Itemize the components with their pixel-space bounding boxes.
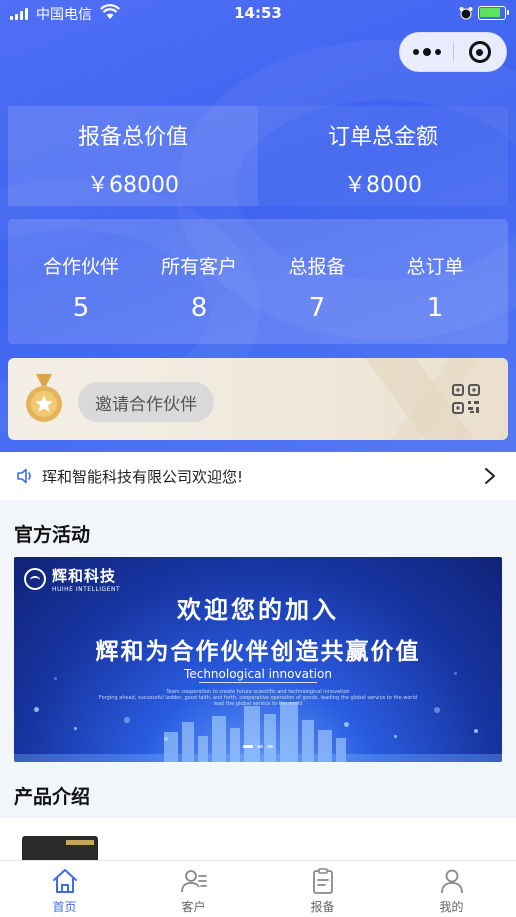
- logo-mark-icon: [24, 568, 46, 590]
- total-label: 订单总金额: [327, 125, 438, 150]
- stat-label: 总订单: [406, 256, 464, 278]
- banner-divider: [199, 682, 317, 683]
- invite-card: 邀请合作伙伴: [8, 358, 508, 440]
- stat-label: 合作伙伴: [42, 256, 119, 278]
- banner-headline: 欢迎您的加入: [177, 595, 339, 624]
- miniprogram-capsule: [399, 32, 507, 72]
- total-report-value-card: 报备总价值 ￥68000: [8, 106, 258, 206]
- clock: 14:53: [234, 4, 282, 22]
- chevron-right-icon: [485, 468, 495, 484]
- tab-label: 首页: [52, 900, 77, 914]
- stat-orders[interactable]: 总订单 1: [376, 219, 494, 344]
- activities-title: 官方活动: [14, 524, 91, 546]
- close-miniprogram-button[interactable]: [454, 41, 506, 63]
- company-logo: 辉和科技 HUIHE INTELLIGENT: [24, 565, 120, 593]
- summary-totals: 报备总价值 ￥68000 订单总金额 ￥8000: [8, 106, 508, 206]
- alarm-icon: [459, 5, 473, 24]
- total-value: ￥68000: [87, 173, 179, 198]
- bottom-tab-bar: 首页 客户 报备 我的: [0, 860, 516, 917]
- tab-customers[interactable]: 客户: [129, 861, 258, 917]
- total-label: 报备总价值: [77, 125, 188, 150]
- more-options-icon[interactable]: [400, 47, 453, 56]
- target-icon: [468, 41, 491, 63]
- stat-label: 总报备: [288, 256, 346, 278]
- stat-customers[interactable]: 所有客户 8: [140, 219, 258, 344]
- stat-reports[interactable]: 总报备 7: [258, 219, 376, 344]
- products-title: 产品介绍: [14, 786, 91, 808]
- notice-text: 珲和智能科技有限公司欢迎您!: [42, 467, 244, 486]
- stats-panel: 合作伙伴 5 所有客户 8 总报备 7 总订单 1: [8, 219, 508, 344]
- tab-reports[interactable]: 报备: [258, 861, 387, 917]
- stat-value: 7: [308, 293, 326, 323]
- tab-profile[interactable]: 我的: [387, 861, 516, 917]
- qr-code-icon[interactable]: [452, 384, 480, 414]
- speaker-icon: [17, 468, 31, 484]
- activity-banner[interactable]: 辉和科技 HUIHE INTELLIGENT 欢迎您的加入 辉和为合作伙伴创造共…: [14, 557, 502, 762]
- stat-value: 8: [190, 293, 208, 323]
- report-icon: [312, 868, 333, 894]
- medal-icon: [26, 374, 62, 422]
- stat-partners[interactable]: 合作伙伴 5: [22, 219, 140, 344]
- tab-label: 我的: [439, 900, 464, 914]
- status-bar: 中国电信 14:53: [0, 0, 516, 28]
- battery-icon: [478, 6, 509, 20]
- city-skyline-image: [14, 702, 502, 762]
- banner-pagination: [14, 745, 502, 748]
- stat-value: 1: [426, 293, 444, 323]
- tab-label: 报备: [310, 900, 335, 914]
- customer-icon: [180, 870, 207, 893]
- total-order-amount-card: 订单总金额 ￥8000: [258, 106, 508, 206]
- stat-label: 所有客户: [160, 256, 237, 278]
- notice-bar[interactable]: 珲和智能科技有限公司欢迎您!: [0, 452, 516, 500]
- logo-name: 辉和科技: [52, 567, 117, 585]
- profile-icon: [440, 869, 463, 894]
- banner-english-title: Technological innovation: [184, 667, 332, 681]
- tab-label: 客户: [181, 900, 206, 914]
- total-value: ￥8000: [344, 173, 422, 198]
- invite-partner-button[interactable]: 邀请合作伙伴: [78, 382, 214, 422]
- banner-subheadline: 辉和为合作伙伴创造共赢价值: [95, 638, 421, 665]
- stat-value: 5: [72, 293, 90, 323]
- home-icon: [52, 869, 77, 893]
- tab-home[interactable]: 首页: [0, 861, 129, 917]
